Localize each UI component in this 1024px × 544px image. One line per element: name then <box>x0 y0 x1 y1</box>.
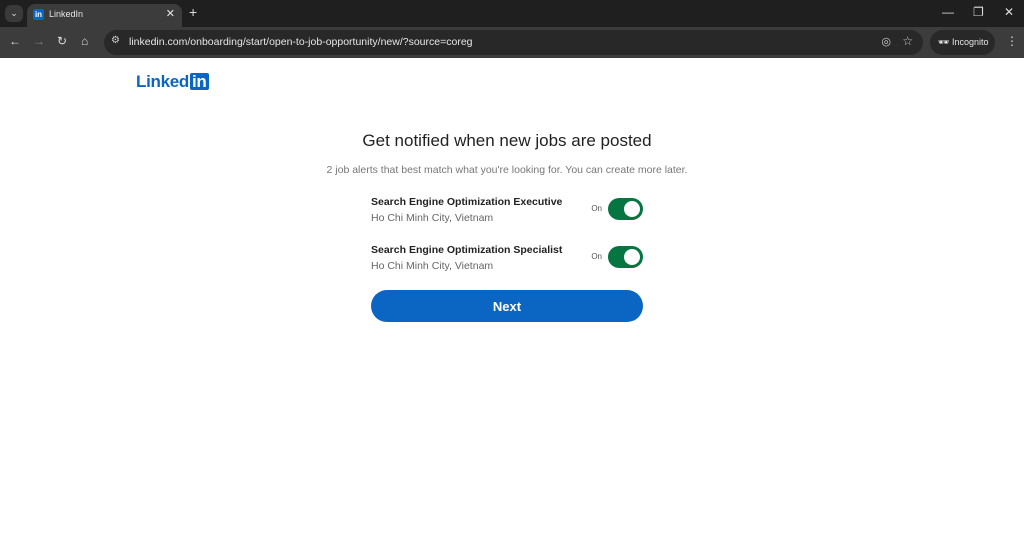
toggle-label: On <box>591 252 602 261</box>
forward-icon[interactable]: → <box>33 34 45 48</box>
site-settings-icon[interactable]: ⚙ <box>111 35 120 46</box>
address-bar[interactable]: ⚙ linkedin.com/onboarding/start/open-to-… <box>104 30 923 55</box>
toggle-knob <box>624 249 640 265</box>
linkedin-favicon-icon: in <box>33 9 44 20</box>
job-alert-toggle[interactable] <box>608 198 643 220</box>
page-subtitle: 2 job alerts that best match what you're… <box>326 164 688 176</box>
tab-search-button[interactable]: ⌄ <box>5 5 23 22</box>
incognito-badge[interactable]: 🕶 Incognito <box>930 30 995 55</box>
page-title: Get notified when new jobs are posted <box>362 131 652 150</box>
logo-badge: in <box>190 72 209 91</box>
home-icon[interactable]: ⌂ <box>81 34 88 48</box>
eye-off-icon[interactable]: ◎ <box>881 35 891 48</box>
restore-icon[interactable]: ❐ <box>973 5 984 19</box>
job-alert-location: Ho Chi Minh City, Vietnam <box>371 260 494 272</box>
job-alert-title: Search Engine Optimization Executive <box>371 196 563 208</box>
url-text: linkedin.com/onboarding/start/open-to-jo… <box>129 36 473 48</box>
incognito-label: Incognito <box>951 37 989 47</box>
job-alert-toggle[interactable] <box>608 246 643 268</box>
toggle-label: On <box>591 204 602 213</box>
close-tab-icon[interactable]: ✕ <box>166 7 175 20</box>
logo-text: Linked <box>136 72 189 91</box>
linkedin-logo[interactable]: Linked in <box>136 72 209 92</box>
back-icon[interactable]: ← <box>9 34 21 48</box>
star-icon[interactable]: ☆ <box>902 34 913 48</box>
job-alert-item: Search Engine Optimization Executive Ho … <box>371 196 643 230</box>
new-tab-button[interactable]: + <box>189 4 197 20</box>
toggle-knob <box>624 201 640 217</box>
next-button[interactable]: Next <box>371 290 643 322</box>
job-alert-location: Ho Chi Minh City, Vietnam <box>371 212 494 224</box>
close-window-icon[interactable]: ✕ <box>1004 5 1014 19</box>
incognito-icon: 🕶 <box>938 37 950 47</box>
menu-icon[interactable]: ⋮ <box>1006 34 1018 48</box>
job-alert-title: Search Engine Optimization Specialist <box>371 244 563 256</box>
job-alert-item: Search Engine Optimization Specialist Ho… <box>371 244 643 278</box>
minimize-icon[interactable]: — <box>942 5 954 19</box>
reload-icon[interactable]: ↻ <box>57 34 67 48</box>
tab-bar: ⌄ in LinkedIn ✕ + — ❐ ✕ <box>0 0 1024 27</box>
tab-linkedin[interactable]: in LinkedIn ✕ <box>27 4 182 27</box>
tab-title: LinkedIn <box>49 9 84 19</box>
toolbar: ← → ↻ ⌂ ⚙ linkedin.com/onboarding/start/… <box>0 27 1024 58</box>
